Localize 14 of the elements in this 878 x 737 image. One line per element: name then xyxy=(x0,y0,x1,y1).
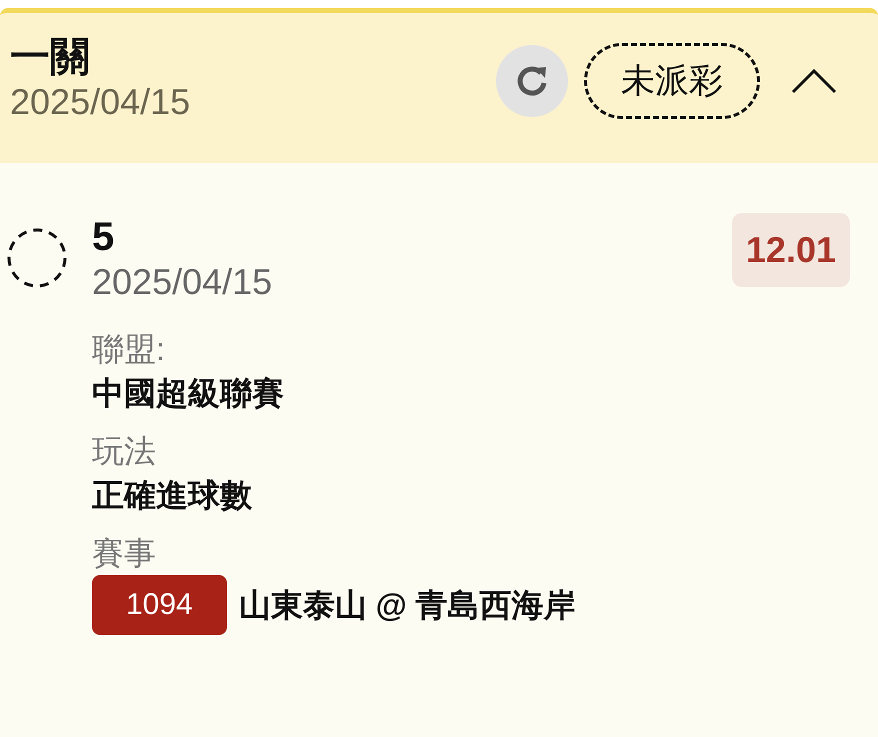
bet-type-title: 一關 xyxy=(10,34,91,81)
chevron-icon xyxy=(790,67,838,95)
field-value: 山東泰山 @ 青島西海岸 xyxy=(238,586,576,625)
field-label: 賽事 xyxy=(92,534,157,573)
selection-date: 2025/04/15 xyxy=(92,261,274,303)
bet-date: 2025/04/15 xyxy=(10,81,190,123)
match-number-badge: 1094 xyxy=(92,575,227,635)
field-label: 聯盟: xyxy=(92,330,166,369)
selection-text: 5 xyxy=(92,214,116,261)
status-badge: 未派彩 xyxy=(584,43,760,119)
odds-badge: 12.01 xyxy=(732,213,850,287)
field-value: 中國超級聯賽 xyxy=(92,374,284,413)
field-value: 正確進球數 xyxy=(92,476,252,515)
field-label: 玩法 xyxy=(92,432,157,471)
